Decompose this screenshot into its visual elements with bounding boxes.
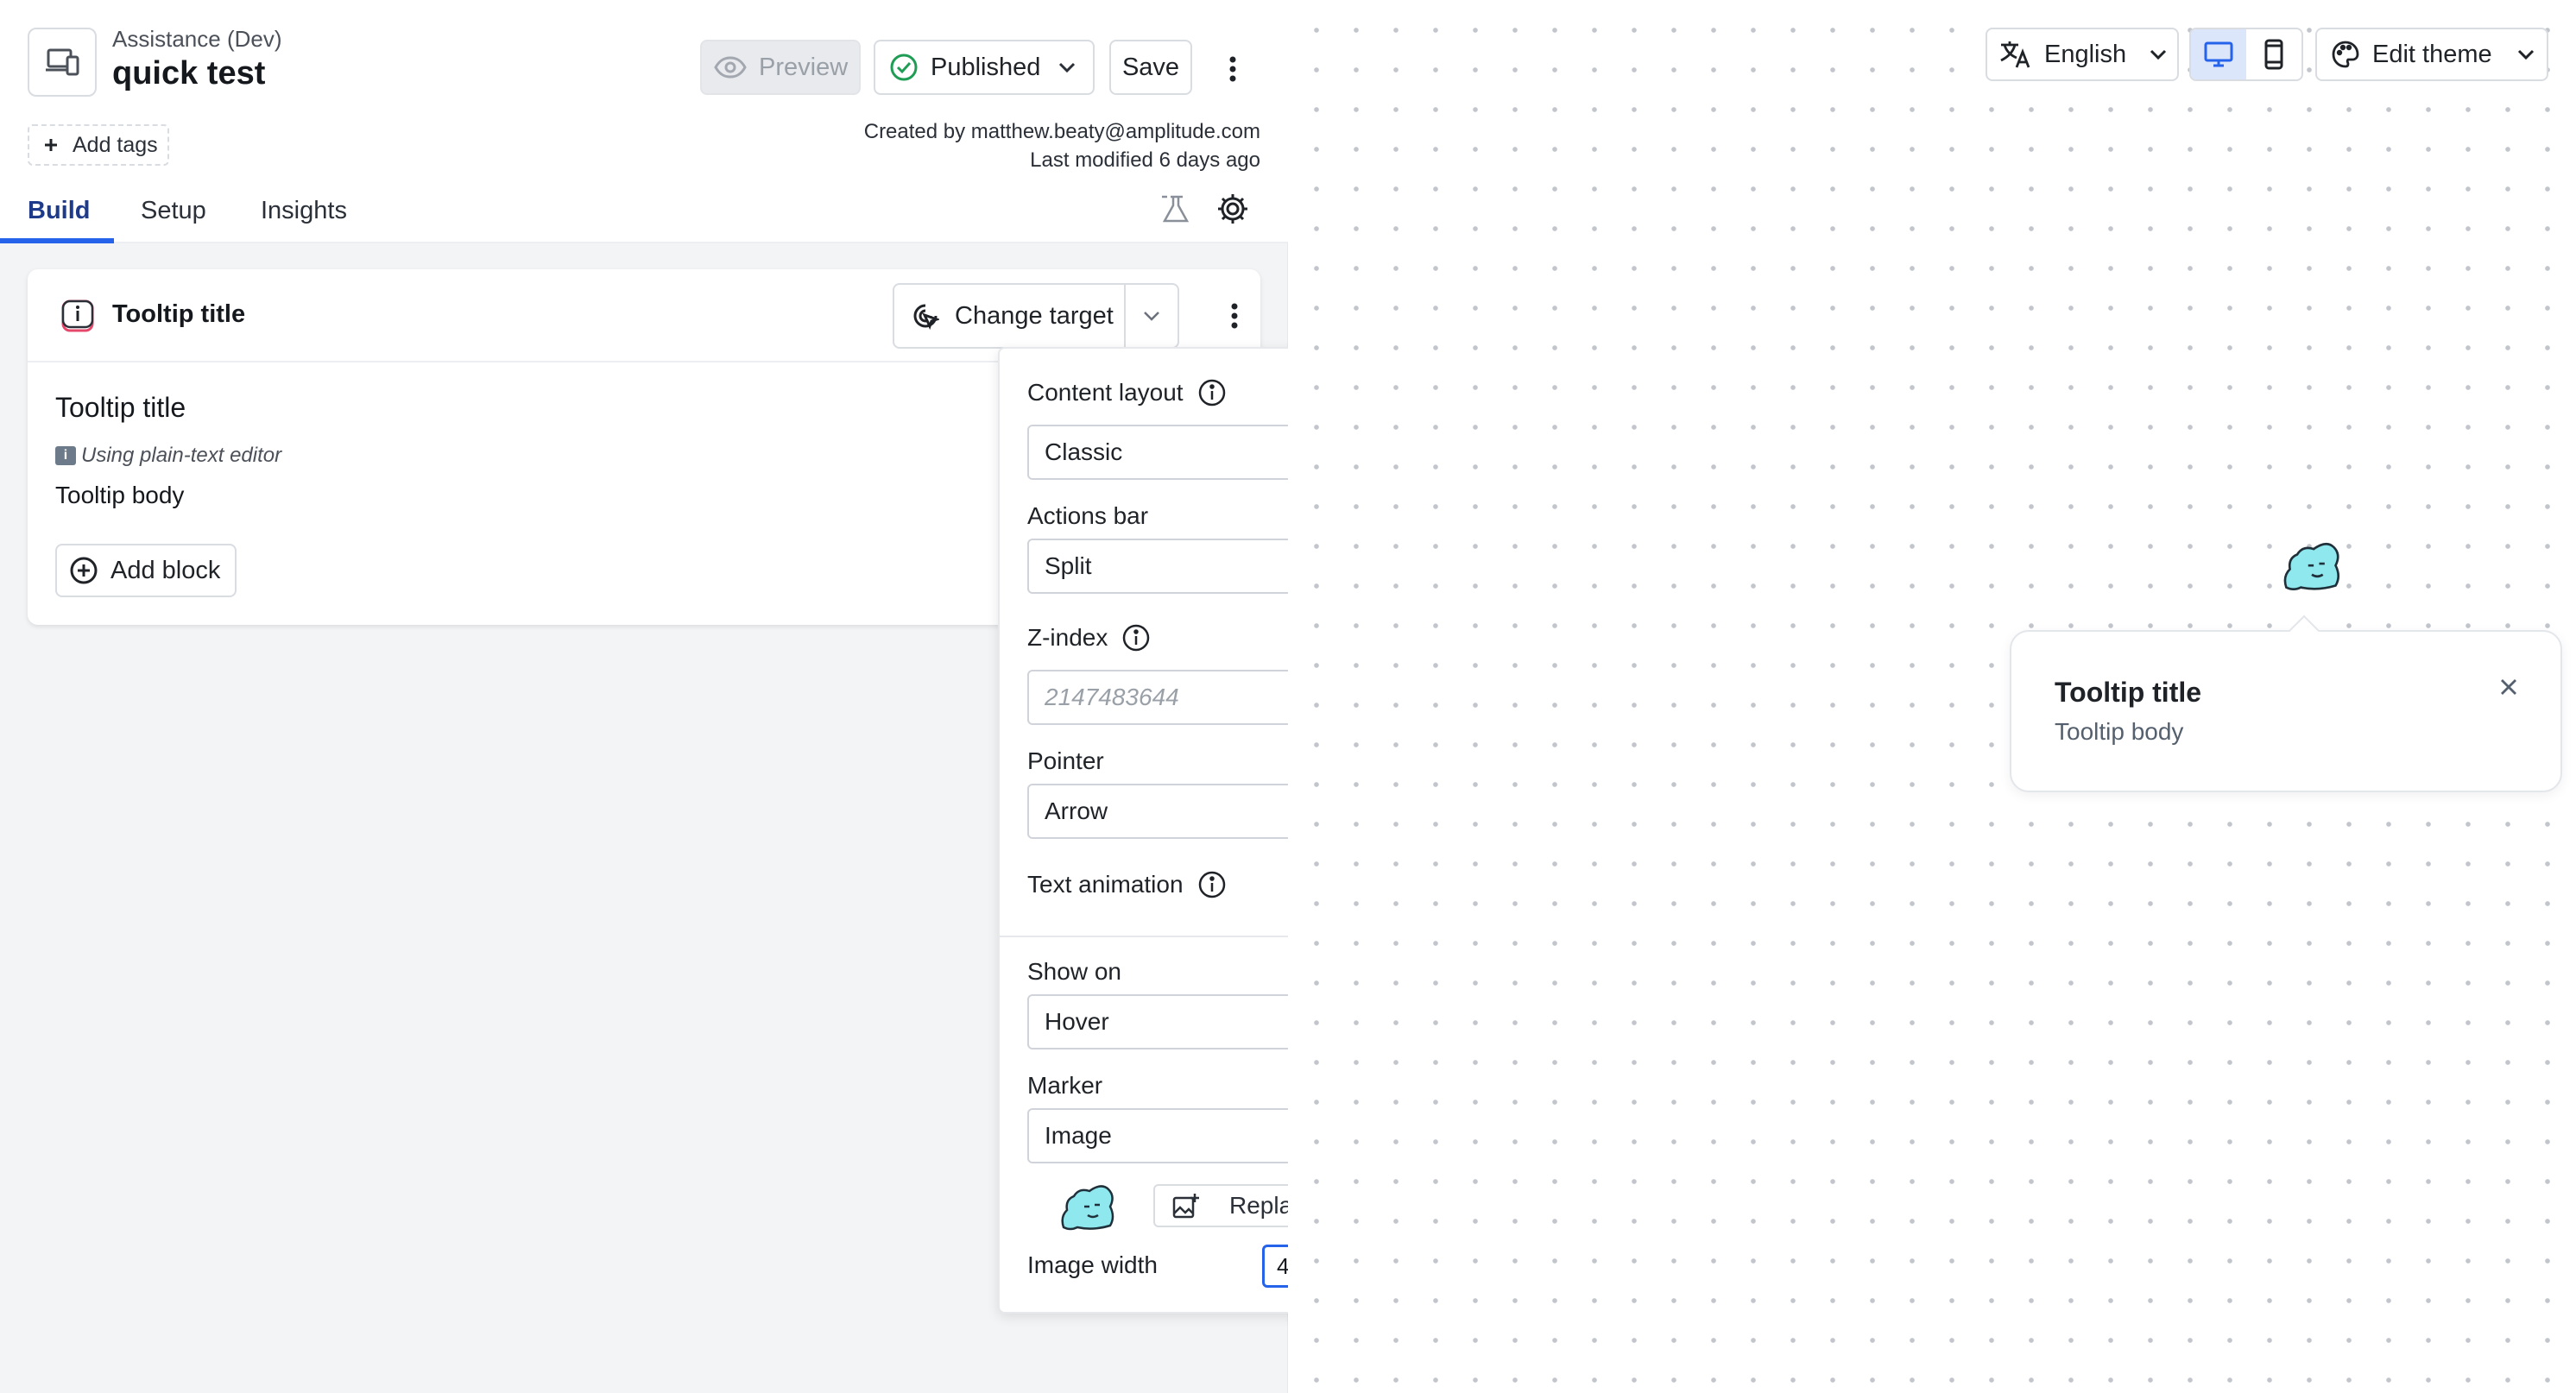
preview-button[interactable]: Preview bbox=[700, 40, 861, 95]
status-dropdown[interactable]: Published bbox=[874, 40, 1095, 95]
text-animation-label-row: Text animation bbox=[1027, 870, 1227, 899]
pointer-value: Arrow bbox=[1045, 797, 1108, 824]
more-options-icon[interactable] bbox=[1212, 48, 1253, 90]
change-target-split-button: Change target bbox=[893, 283, 1179, 349]
tab-setup[interactable]: Setup bbox=[141, 197, 206, 225]
content-layout-label: Content layout bbox=[1027, 379, 1184, 406]
devices-icon[interactable] bbox=[28, 28, 97, 97]
show-on-value: Hover bbox=[1045, 1008, 1109, 1035]
image-width-label: Image width bbox=[1027, 1251, 1158, 1278]
marker-label: Marker bbox=[1027, 1072, 1103, 1099]
add-tags-button[interactable]: Add tags bbox=[28, 124, 169, 166]
marker-image-thumbnail bbox=[1058, 1177, 1117, 1231]
eye-icon bbox=[714, 56, 747, 79]
translate-icon bbox=[1999, 40, 2032, 69]
show-on-label: Show on bbox=[1027, 958, 1121, 985]
status-label: Published bbox=[931, 53, 1041, 81]
add-block-label: Add block bbox=[110, 556, 221, 584]
content-layout-value: Classic bbox=[1045, 438, 1123, 465]
actions-bar-value: Split bbox=[1045, 552, 1092, 579]
tooltip-preview-body: Tooltip body bbox=[2055, 718, 2184, 745]
tooltip-preview-title: Tooltip title bbox=[2055, 677, 2202, 708]
step-title: Tooltip title bbox=[112, 300, 246, 328]
marker-image[interactable] bbox=[2281, 532, 2343, 594]
editor-mode-note: i Using plain-text editor bbox=[55, 444, 281, 468]
tooltip-step-icon bbox=[60, 299, 95, 333]
target-cursor-icon bbox=[912, 302, 939, 330]
pointer-label: Pointer bbox=[1027, 747, 1104, 774]
actions-bar-label: Actions bar bbox=[1027, 502, 1149, 529]
info-icon[interactable] bbox=[1197, 378, 1227, 407]
change-target-label: Change target bbox=[955, 301, 1114, 330]
info-badge-icon: i bbox=[55, 446, 76, 465]
active-tab-indicator bbox=[0, 238, 114, 243]
edit-theme-label: Edit theme bbox=[2372, 40, 2492, 68]
step-more-options-icon[interactable] bbox=[1214, 295, 1255, 337]
meta-info: Created by matthew.beaty@amplitude.com L… bbox=[864, 117, 1260, 174]
app-name: Assistance (Dev) bbox=[112, 26, 282, 52]
tooltip-body-field[interactable]: Tooltip body bbox=[55, 482, 184, 509]
add-tags-label: Add tags bbox=[73, 132, 158, 157]
palette-icon bbox=[2331, 40, 2360, 69]
tab-insights[interactable]: Insights bbox=[261, 197, 347, 225]
marker-value: Image bbox=[1045, 1122, 1112, 1149]
save-button[interactable]: Save bbox=[1109, 40, 1192, 95]
change-target-button[interactable]: Change target bbox=[894, 285, 1126, 347]
zindex-label: Z-index bbox=[1027, 624, 1108, 651]
device-toggle-group bbox=[2189, 28, 2303, 81]
gear-icon[interactable] bbox=[1215, 192, 1250, 226]
created-by: Created by matthew.beaty@amplitude.com bbox=[863, 120, 1260, 143]
plus-icon bbox=[43, 137, 59, 153]
add-block-button[interactable]: Add block bbox=[55, 544, 237, 597]
check-circle-icon bbox=[889, 53, 919, 82]
language-label: English bbox=[2044, 40, 2127, 68]
last-modified: Last modified 6 days ago bbox=[1030, 148, 1260, 172]
editor-mode-label: Using plain-text editor bbox=[81, 444, 282, 467]
chevron-down-icon bbox=[2149, 48, 2168, 60]
editor-pane: Assistance (Dev) quick test Preview Publ… bbox=[0, 0, 1440, 1393]
tooltip-preview: Tooltip title Tooltip body bbox=[2010, 615, 2562, 792]
chevron-down-icon bbox=[1058, 61, 1076, 73]
chevron-down-icon bbox=[2516, 48, 2535, 60]
content-layout-label-row: Content layout bbox=[1027, 378, 1227, 407]
chevron-down-icon[interactable] bbox=[1126, 310, 1178, 322]
info-icon[interactable] bbox=[1197, 870, 1227, 899]
preview-label: Preview bbox=[759, 53, 849, 81]
edit-theme-dropdown[interactable]: Edit theme bbox=[2315, 28, 2548, 81]
tab-build[interactable]: Build bbox=[28, 197, 91, 225]
image-add-icon bbox=[1172, 1193, 1200, 1219]
tab-bar: Build Setup Insights bbox=[0, 188, 1288, 243]
text-animation-label: Text animation bbox=[1027, 871, 1184, 898]
experiment-icon[interactable] bbox=[1159, 192, 1193, 226]
desktop-icon[interactable] bbox=[2191, 29, 2246, 79]
tooltip-title-field[interactable]: Tooltip title bbox=[55, 392, 186, 424]
language-dropdown[interactable]: English bbox=[1986, 28, 2179, 81]
editor-header: Assistance (Dev) quick test Preview Publ… bbox=[0, 0, 1288, 243]
zindex-label-row: Z-index bbox=[1027, 623, 1151, 652]
close-icon[interactable] bbox=[2495, 673, 2522, 701]
page-title[interactable]: quick test bbox=[112, 55, 265, 92]
info-icon[interactable] bbox=[1121, 623, 1151, 652]
plus-circle-icon bbox=[69, 556, 98, 585]
mobile-icon[interactable] bbox=[2246, 29, 2301, 79]
